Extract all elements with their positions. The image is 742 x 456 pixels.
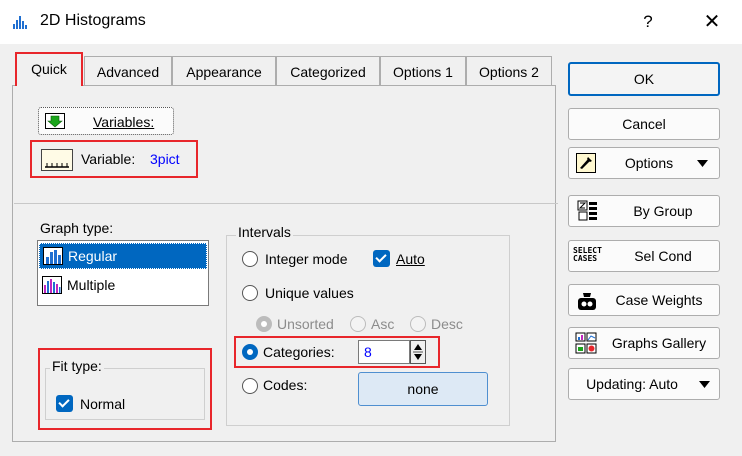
- tab-advanced[interactable]: Advanced: [84, 56, 172, 86]
- variable-ruler-icon[interactable]: [41, 149, 73, 171]
- variable-value[interactable]: 3pict: [150, 151, 180, 167]
- window-title: 2D Histograms: [40, 12, 146, 29]
- regular-label: Regular: [68, 248, 118, 264]
- codes-none-button[interactable]: none: [358, 372, 488, 406]
- sel-cond-button[interactable]: SELECT CASES Sel Cond: [568, 240, 720, 272]
- cancel-button[interactable]: Cancel: [568, 108, 720, 140]
- chevron-down-icon: [697, 160, 708, 167]
- variables-label: Variables:: [93, 114, 155, 130]
- case-weights-button[interactable]: Case Weights: [568, 284, 720, 316]
- select-cases-icon: SELECT CASES: [573, 246, 602, 263]
- options-button[interactable]: Options: [568, 147, 720, 179]
- intervals-label: Intervals: [236, 224, 293, 240]
- title-bar: 2D Histograms ? ✕: [0, 0, 742, 44]
- tab-quick[interactable]: Quick: [15, 52, 83, 86]
- normal-checkbox[interactable]: [56, 395, 73, 412]
- by-group-button[interactable]: By Group: [568, 195, 720, 227]
- categories-spinner[interactable]: [410, 340, 426, 364]
- variables-icon: [45, 113, 65, 129]
- options-icon: [576, 153, 596, 173]
- graph-type-regular[interactable]: Regular: [39, 243, 207, 269]
- close-button[interactable]: ✕: [690, 8, 734, 36]
- fit-type-groupbox: [45, 368, 205, 420]
- categories-label: Categories:: [263, 344, 335, 360]
- codes-label: Codes:: [263, 377, 308, 393]
- unsorted-radio[interactable]: [256, 316, 272, 332]
- by-group-icon: [577, 200, 597, 221]
- categories-radio[interactable]: [242, 344, 258, 360]
- tab-options-2[interactable]: Options 2: [466, 56, 552, 86]
- desc-label: Desc: [431, 316, 463, 332]
- integer-mode-label: Integer mode: [265, 251, 348, 267]
- multiple-label: Multiple: [67, 277, 116, 293]
- updating-auto-dropdown[interactable]: Updating: Auto: [568, 368, 720, 400]
- tab-categorized[interactable]: Categorized: [276, 56, 380, 86]
- codes-radio[interactable]: [242, 378, 258, 394]
- unique-values-label: Unique values: [265, 285, 354, 301]
- unique-values-radio[interactable]: [242, 285, 258, 301]
- fit-type-label: Fit type:: [50, 358, 104, 374]
- desc-radio[interactable]: [410, 316, 426, 332]
- graphs-gallery-icon: [575, 332, 597, 354]
- variables-button[interactable]: Variables:: [38, 107, 174, 135]
- variable-label: Variable:: [81, 151, 136, 167]
- graphs-gallery-button[interactable]: Graphs Gallery: [568, 327, 720, 359]
- normal-label: Normal: [80, 396, 126, 412]
- unsorted-label: Unsorted: [277, 316, 334, 332]
- histogram-app-icon: [13, 16, 27, 29]
- asc-label: Asc: [371, 316, 395, 332]
- panel-separator: [14, 203, 558, 204]
- help-button[interactable]: ?: [628, 8, 668, 36]
- auto-checkbox[interactable]: [373, 250, 390, 267]
- auto-label: Auto: [396, 251, 425, 267]
- ok-button[interactable]: OK: [568, 62, 720, 96]
- multiple-histogram-icon: [42, 276, 62, 294]
- graph-type-multiple[interactable]: Multiple: [39, 273, 207, 299]
- asc-radio[interactable]: [350, 316, 366, 332]
- integer-mode-radio[interactable]: [242, 251, 258, 267]
- categories-input[interactable]: 8: [358, 340, 410, 364]
- tab-options-1[interactable]: Options 1: [380, 56, 466, 86]
- graph-type-label: Graph type:: [40, 220, 114, 236]
- regular-histogram-icon: [43, 247, 63, 265]
- weight-icon: [578, 293, 596, 310]
- chevron-down-icon: [699, 381, 710, 388]
- tab-appearance[interactable]: Appearance: [172, 56, 276, 86]
